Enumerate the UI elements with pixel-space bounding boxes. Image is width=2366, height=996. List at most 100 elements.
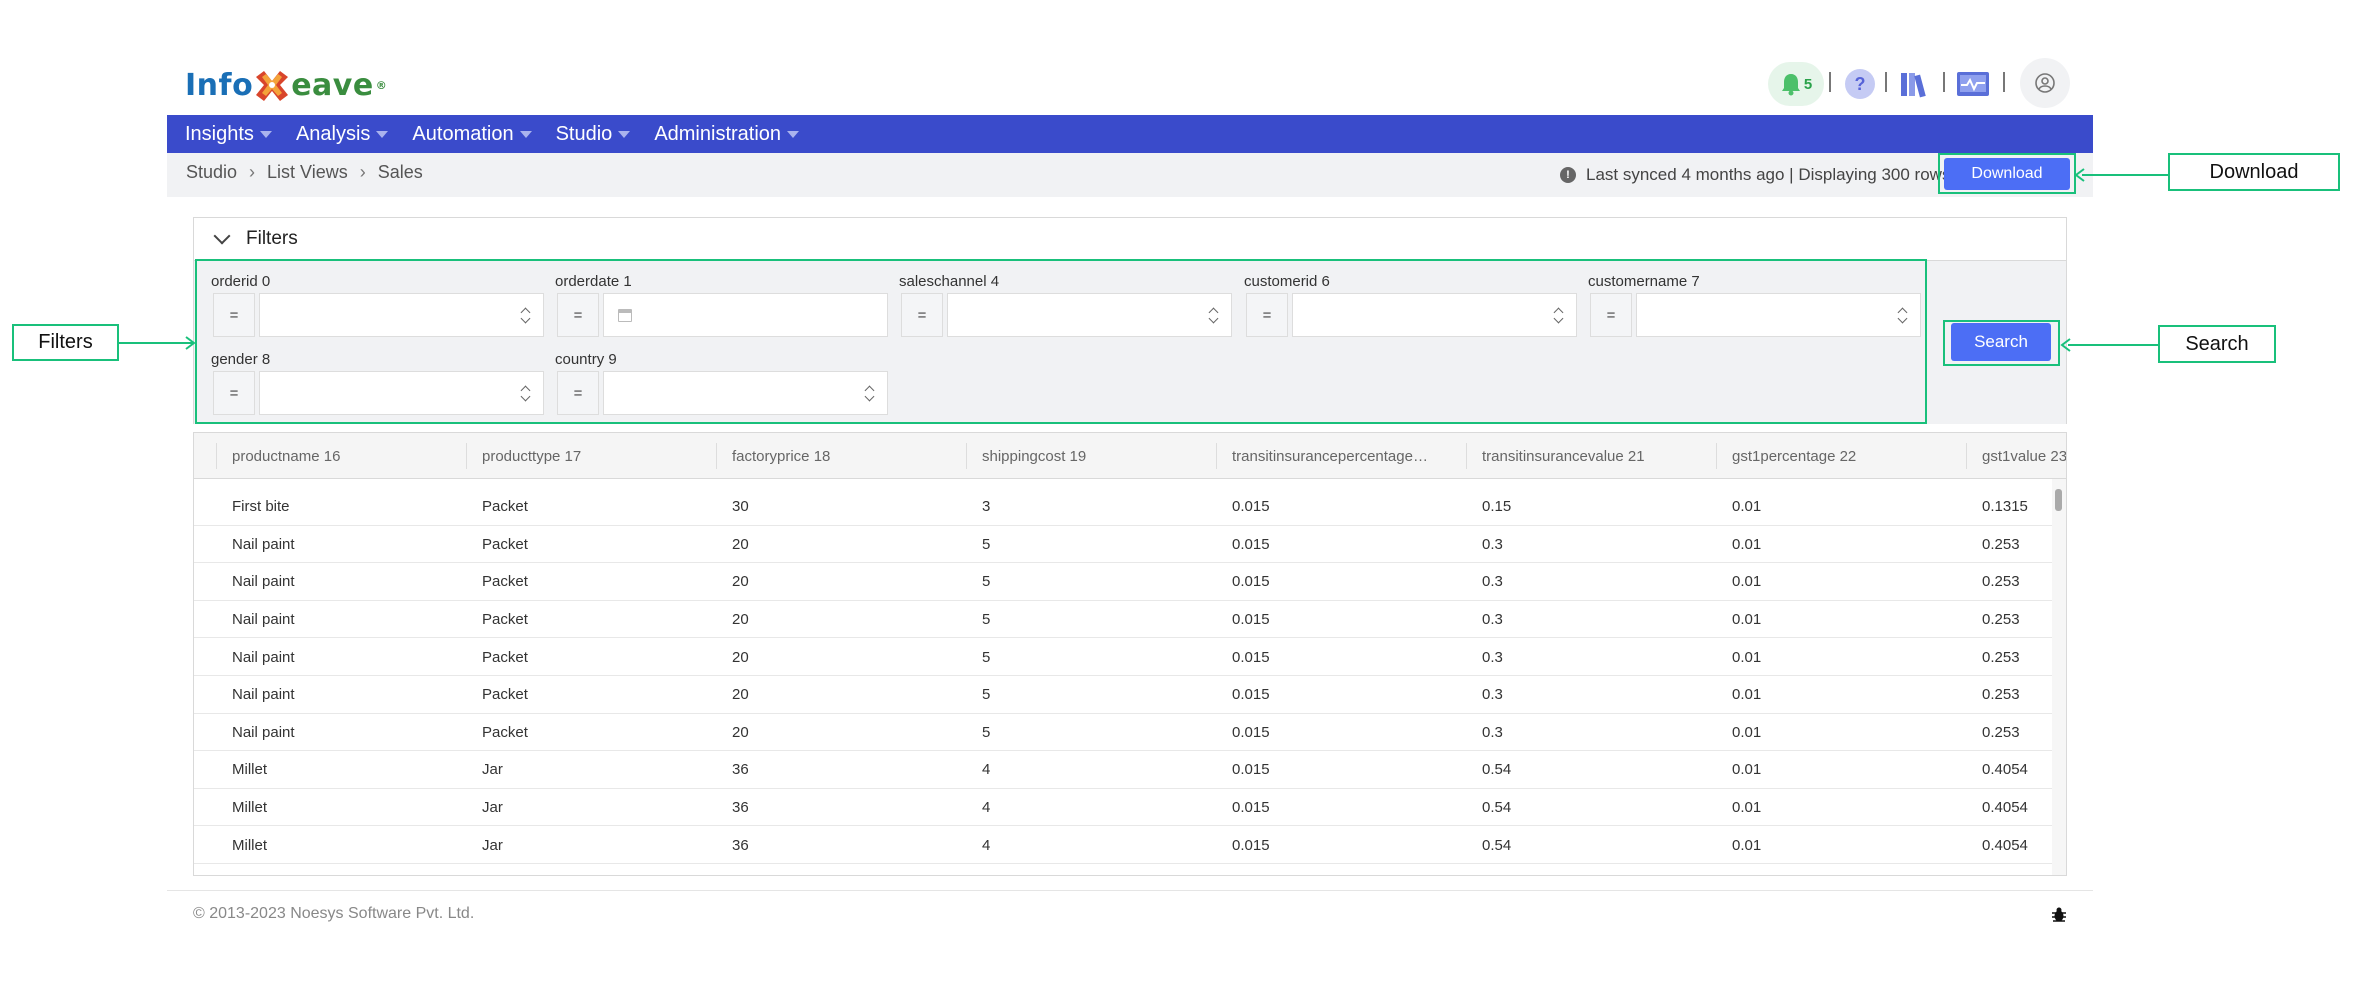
- column-header[interactable]: gst1percentage 22: [1732, 433, 1972, 479]
- table-row[interactable]: First bite Packet 30 3 0.015 0.15 0.01 0.1315: [194, 488, 2054, 526]
- info-icon: !: [1560, 167, 1576, 183]
- table-row[interactable]: Millet Jar 36 4 0.015 0.54 0.01 0.4054: [194, 751, 2054, 789]
- table-cell: 0.015: [1232, 761, 1270, 779]
- user-icon: [2035, 73, 2055, 93]
- table-cell: Nail paint: [232, 535, 295, 553]
- table-row[interactable]: Nail paint Packet 20 5 0.015 0.3 0.01 0.253: [194, 601, 2054, 639]
- search-button[interactable]: Search: [1951, 323, 2051, 361]
- download-button[interactable]: Download: [1944, 158, 2070, 190]
- dashboard-icon: [1957, 72, 1989, 96]
- table-cell: 0.3: [1482, 648, 1503, 666]
- chevron-down-icon: [213, 227, 231, 245]
- table-cell: 0.4054: [1982, 799, 2028, 817]
- table-cell: 0.015: [1232, 611, 1270, 629]
- breadcrumb-studio[interactable]: Studio: [186, 162, 237, 183]
- breadcrumb-list-views[interactable]: List Views: [267, 162, 348, 183]
- table-cell: 0.01: [1732, 648, 1762, 666]
- nav-analysis[interactable]: Analysis: [296, 123, 389, 146]
- table-cell: 36: [732, 836, 749, 854]
- notification-count: 5: [1803, 75, 1813, 93]
- table-cell: 20: [732, 648, 749, 666]
- dashboard-button[interactable]: [1949, 62, 1997, 106]
- callout-line: [119, 342, 193, 344]
- table-cell: 0.015: [1232, 648, 1270, 666]
- library-button[interactable]: [1890, 62, 1938, 106]
- nav-label: Studio: [555, 122, 613, 145]
- chevron-down-icon: [618, 130, 631, 138]
- chevron-right-icon: ›: [249, 161, 256, 182]
- table-cell: 5: [982, 686, 991, 704]
- help-button[interactable]: ?: [1836, 62, 1884, 106]
- table-cell: 0.253: [1982, 648, 2020, 666]
- library-icon: [1901, 73, 1926, 98]
- notifications-button[interactable]: 5: [1768, 62, 1824, 106]
- table-row[interactable]: Nail paint Packet 20 5 0.015 0.3 0.01 0.253: [194, 676, 2054, 714]
- table-cell: Packet: [482, 535, 528, 553]
- footer-divider: [167, 890, 2093, 891]
- table-cell: Nail paint: [232, 686, 295, 704]
- column-header[interactable]: producttype 17: [482, 433, 722, 479]
- table-cell: 0.1315: [1982, 498, 2028, 516]
- table-cell: Millet: [232, 761, 268, 779]
- table-row[interactable]: Nail paint Packet 20 5 0.015 0.3 0.01 0.253: [194, 638, 2054, 676]
- table-cell: 0.015: [1232, 686, 1270, 704]
- column-header[interactable]: gst1value 23: [1982, 433, 2066, 479]
- column-header[interactable]: factoryprice 18: [732, 433, 972, 479]
- table-cell: 0.3: [1482, 686, 1503, 704]
- table-cell: 20: [732, 573, 749, 591]
- filters-header[interactable]: Filters: [193, 217, 2067, 261]
- table-cell: 5: [982, 648, 991, 666]
- sync-text: Last synced 4 months ago | Displaying 30…: [1586, 165, 1951, 184]
- divider: [1943, 72, 1945, 92]
- table-cell: 0.015: [1232, 573, 1270, 591]
- nav-automation[interactable]: Automation: [412, 122, 532, 146]
- chevron-down-icon: [259, 130, 272, 138]
- column-header[interactable]: transitinsurancevalue 21: [1482, 433, 1722, 479]
- table-cell: 0.3: [1482, 611, 1503, 629]
- column-divider: [716, 443, 717, 469]
- table-body: First bite Packet 30 3 0.015 0.15 0.01 0.1315 Na…: [194, 488, 2054, 864]
- column-divider: [466, 443, 467, 469]
- table-cell: 36: [732, 761, 749, 779]
- vertical-scrollbar[interactable]: [2052, 479, 2066, 875]
- nav-insights[interactable]: Insights: [185, 123, 272, 146]
- table-row[interactable]: Millet Jar 36 4 0.015 0.54 0.01 0.4054: [194, 789, 2054, 827]
- table-cell: 0.253: [1982, 535, 2020, 553]
- table-cell: 0.54: [1482, 799, 1512, 817]
- chevron-right-icon: ›: [359, 161, 366, 182]
- table-cell: 5: [982, 723, 991, 741]
- scrollbar-thumb[interactable]: [2055, 489, 2062, 511]
- column-divider: [1966, 443, 1967, 469]
- bug-icon[interactable]: [2050, 906, 2068, 924]
- nav-administration[interactable]: Administration: [654, 123, 800, 146]
- infoveave-logo[interactable]: Info eave ®: [185, 60, 387, 110]
- table-cell: 0.15: [1482, 498, 1512, 516]
- nav-label: Automation: [412, 122, 514, 145]
- column-header[interactable]: transitinsurancepercentage…: [1232, 433, 1432, 479]
- table-cell: 5: [982, 611, 991, 629]
- table-cell: 0.01: [1732, 723, 1762, 741]
- sync-status: ! Last synced 4 months ago | Displaying …: [1560, 163, 1950, 187]
- table-cell: 5: [982, 573, 991, 591]
- nav-studio[interactable]: Studio: [556, 123, 631, 146]
- table-cell: Nail paint: [232, 611, 295, 629]
- table-cell: Nail paint: [232, 573, 295, 591]
- table-cell: Millet: [232, 836, 268, 854]
- table-cell: Packet: [482, 648, 528, 666]
- column-header[interactable]: shippingcost 19: [982, 433, 1222, 479]
- table-row[interactable]: Millet Jar 36 4 0.015 0.54 0.01 0.4054: [194, 826, 2054, 864]
- user-menu-button[interactable]: [2020, 58, 2070, 108]
- table-cell: 0.253: [1982, 686, 2020, 704]
- table-row[interactable]: Nail paint Packet 20 5 0.015 0.3 0.01 0.253: [194, 526, 2054, 564]
- table-row[interactable]: Nail paint Packet 20 5 0.015 0.3 0.01 0.253: [194, 563, 2054, 601]
- table-cell: Jar: [482, 761, 503, 779]
- callout-line: [2082, 174, 2168, 176]
- arrow-left-icon: [2060, 338, 2071, 352]
- table-cell: Millet: [232, 799, 268, 817]
- divider: [1885, 72, 1887, 92]
- table-cell: Jar: [482, 799, 503, 817]
- table-row[interactable]: Nail paint Packet 20 5 0.015 0.3 0.01 0.253: [194, 714, 2054, 752]
- table-cell: 20: [732, 686, 749, 704]
- column-header[interactable]: productname 16: [232, 433, 472, 479]
- search-callout: Search: [2158, 325, 2276, 363]
